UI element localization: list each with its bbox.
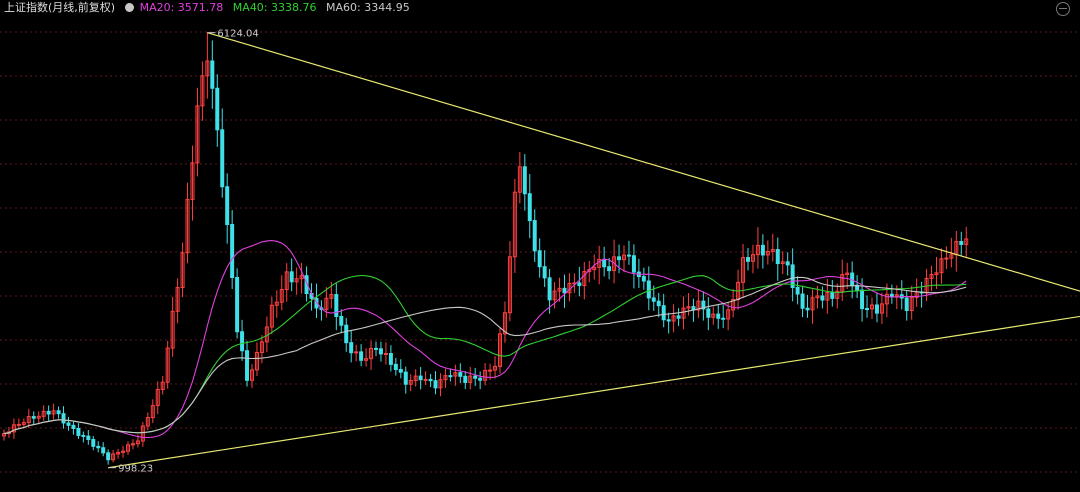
candle-body	[220, 129, 225, 188]
candle-body	[602, 258, 607, 268]
candle-body	[542, 266, 547, 279]
candle-body	[889, 293, 894, 297]
candle-body	[746, 257, 750, 262]
candle-body	[86, 435, 91, 440]
annotation-label: 6124.04	[217, 29, 258, 40]
candle-body	[532, 220, 537, 252]
candle-body	[61, 413, 66, 424]
candle-body	[354, 351, 359, 354]
candle-body	[16, 423, 21, 426]
ma60-line	[3, 276, 967, 435]
candle-body	[537, 250, 542, 268]
candle-body	[240, 331, 245, 352]
candle-body	[775, 249, 780, 265]
candle-body	[393, 363, 398, 370]
candle-body	[458, 372, 463, 377]
annotation-label: 998.23	[118, 464, 153, 475]
candle-body	[81, 434, 86, 437]
candle-body	[874, 304, 879, 314]
candle-body	[805, 307, 810, 311]
candle-body	[230, 224, 235, 279]
candle-body	[418, 375, 423, 381]
candle-body	[820, 295, 825, 301]
candle-body	[721, 317, 726, 320]
candle-body	[577, 282, 582, 287]
candle-body	[631, 255, 636, 273]
candle-body	[374, 347, 378, 350]
candle-body	[706, 308, 711, 318]
candle-body	[245, 350, 250, 381]
candle-body	[488, 369, 493, 372]
candle-body	[76, 427, 81, 436]
candle-body	[607, 266, 612, 272]
candle-body	[46, 410, 51, 415]
candle-body	[656, 300, 661, 307]
candle-body	[106, 452, 111, 461]
candle-body	[383, 353, 388, 356]
candle-body	[225, 186, 230, 226]
candle-body	[96, 445, 101, 449]
upper-trendline	[207, 32, 1080, 292]
candle-body	[31, 416, 36, 419]
candle-body	[800, 293, 805, 309]
candle-body	[666, 319, 671, 322]
candle-body	[71, 424, 76, 429]
candle-body	[478, 377, 483, 381]
candle-body	[760, 244, 765, 256]
candle-body	[676, 315, 681, 319]
candles	[2, 32, 969, 465]
candlestick-chart: 6124.04 998.23	[0, 29, 1080, 475]
candle-body	[433, 380, 438, 389]
candle-body	[463, 375, 468, 383]
candle-body	[235, 277, 240, 333]
candle-body	[428, 378, 433, 382]
candle-body	[398, 368, 403, 373]
candle-body	[423, 378, 428, 381]
candle-body	[378, 348, 383, 355]
candle-body	[904, 297, 909, 312]
candle-body	[101, 447, 106, 454]
candle-body	[522, 166, 527, 195]
candle-body	[56, 410, 61, 415]
moving-averages	[3, 240, 967, 439]
candle-body	[865, 308, 870, 311]
candle-body	[959, 241, 964, 245]
candle-body	[359, 351, 364, 361]
candle-body	[210, 60, 215, 89]
candle-body	[562, 287, 567, 294]
candle-body	[795, 286, 800, 295]
candle-body	[860, 289, 865, 310]
candle-body	[646, 280, 651, 299]
candle-body	[785, 261, 790, 266]
candle-body	[66, 422, 71, 426]
candle-body	[527, 193, 532, 222]
candle-body	[339, 315, 344, 326]
candle-body	[641, 276, 646, 282]
lower-trendline	[108, 315, 1080, 469]
candle-body	[626, 254, 631, 257]
candle-body	[344, 324, 349, 344]
candle-body	[651, 297, 656, 302]
candle-body	[547, 277, 552, 301]
candle-body	[289, 271, 294, 283]
candle-body	[349, 342, 354, 354]
candle-body	[91, 438, 96, 447]
trendlines	[108, 32, 1080, 469]
candle-body	[448, 375, 453, 378]
candle-body	[215, 87, 220, 131]
candle-body	[334, 294, 339, 317]
candle-body	[944, 257, 949, 260]
candle-body	[617, 256, 622, 261]
candle-body	[403, 371, 408, 385]
candle-body	[661, 305, 666, 321]
candle-body	[388, 353, 393, 365]
candle-body	[473, 375, 478, 379]
ma20-line	[3, 240, 967, 439]
candle-body	[716, 313, 721, 319]
candle-body	[830, 292, 835, 299]
